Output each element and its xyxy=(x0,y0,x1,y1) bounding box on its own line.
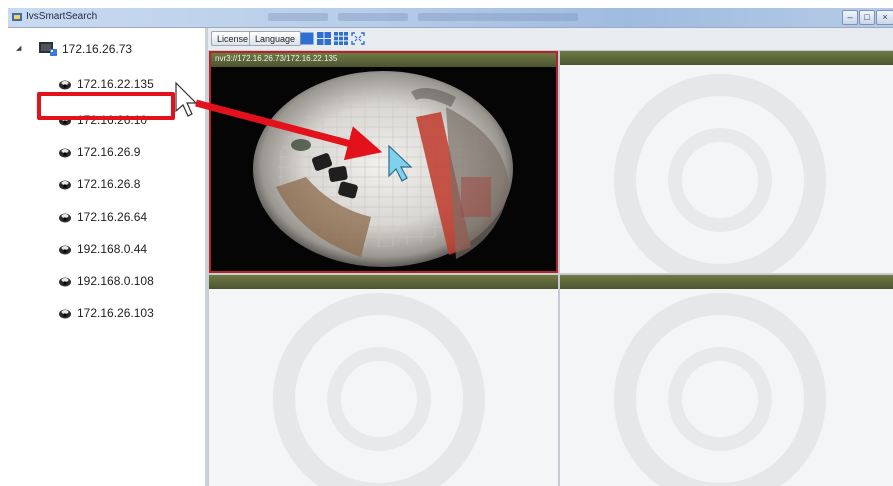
video-cell-empty[interactable] xyxy=(560,275,893,486)
app-window: IvsSmartSearch – □ × ◢ 172.16.26.73 172.… xyxy=(8,8,893,486)
fullscreen-icon[interactable] xyxy=(351,32,365,45)
tree-item-label: 192.168.0.108 xyxy=(77,274,154,288)
video-cell-header: nvr3://172.16.26.73/172.16.22.135 xyxy=(211,53,556,67)
maximize-button[interactable]: □ xyxy=(859,10,875,25)
title-blur xyxy=(418,13,578,21)
video-cell-header xyxy=(560,51,893,65)
window-title: IvsSmartSearch xyxy=(26,11,98,22)
video-grid: nvr3://172.16.26.73/172.16.22.135 xyxy=(208,51,893,486)
camera-icon xyxy=(59,148,71,158)
camera-icon xyxy=(59,213,71,223)
title-blur xyxy=(338,13,408,21)
quad-view-icon[interactable] xyxy=(317,32,331,45)
nine-view-icon[interactable] xyxy=(334,32,348,45)
tree-item-label: 172.16.26.103 xyxy=(77,306,154,320)
tree-item-camera[interactable]: 192.168.0.108 xyxy=(58,273,198,291)
watermark-logo xyxy=(614,293,826,486)
camera-icon xyxy=(59,309,71,319)
device-tree: ◢ 172.16.26.73 172.16.22.135 172.16.26.1… xyxy=(8,28,208,486)
highlight-box xyxy=(37,92,175,120)
title-bar: IvsSmartSearch – □ × xyxy=(8,8,893,28)
tree-item-label: 192.168.0.44 xyxy=(77,242,148,256)
fisheye-video-frame xyxy=(211,67,556,271)
close-button[interactable]: × xyxy=(876,10,893,25)
tree-item-camera[interactable]: 192.168.0.44 xyxy=(58,241,198,259)
tree-item-label: 172.16.26.9 xyxy=(77,145,141,159)
camera-icon xyxy=(59,80,71,90)
tree-item-label: 172.16.26.64 xyxy=(77,210,148,224)
camera-icon xyxy=(59,277,71,287)
app-icon xyxy=(12,13,22,21)
watermark-logo xyxy=(614,74,826,273)
video-cell-caption: nvr3://172.16.26.73/172.16.22.135 xyxy=(215,54,338,63)
license-button[interactable]: License xyxy=(211,31,255,46)
tree-item-camera[interactable]: 172.16.26.103 xyxy=(58,305,198,323)
nvr-icon xyxy=(39,42,57,56)
minimize-button[interactable]: – xyxy=(842,10,858,25)
toolbar: License Language xyxy=(208,28,893,51)
tree-item-camera[interactable]: 172.16.26.8 xyxy=(58,176,198,194)
video-cell-active[interactable]: nvr3://172.16.26.73/172.16.22.135 xyxy=(209,51,558,273)
tree-item-label: 172.16.26.8 xyxy=(77,177,141,191)
tree-item-label: 172.16.22.135 xyxy=(77,77,154,91)
tree-item-camera[interactable]: 172.16.26.64 xyxy=(58,209,198,227)
title-blur xyxy=(268,13,328,21)
single-view-icon[interactable] xyxy=(300,32,314,45)
tree-item-camera[interactable]: 172.16.26.9 xyxy=(58,144,198,162)
video-cell-empty[interactable] xyxy=(560,51,893,273)
camera-icon xyxy=(59,180,71,190)
video-cell-header xyxy=(560,275,893,289)
language-button[interactable]: Language xyxy=(249,31,302,46)
camera-icon xyxy=(59,245,71,255)
video-cell-empty[interactable] xyxy=(209,275,558,486)
video-cell-header xyxy=(209,275,558,289)
watermark-logo xyxy=(273,293,485,486)
collapse-arrow-icon[interactable]: ◢ xyxy=(16,44,21,52)
tree-root-label: 172.16.26.73 xyxy=(62,42,133,56)
